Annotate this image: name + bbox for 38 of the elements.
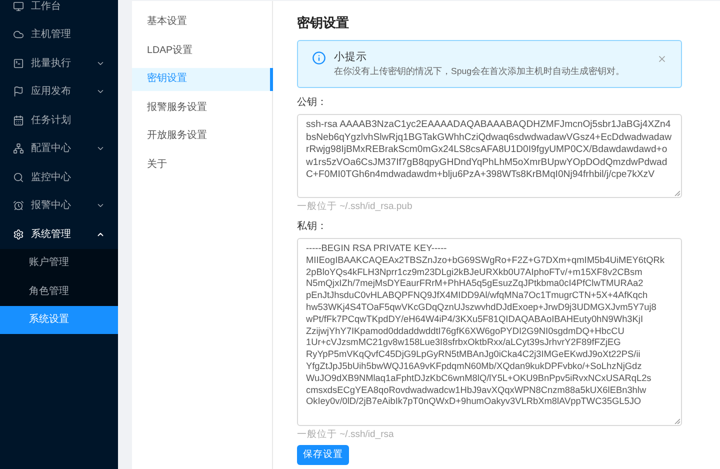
- calendar-icon: [13, 114, 24, 126]
- close-icon[interactable]: [657, 54, 667, 64]
- flag-icon: [13, 86, 24, 98]
- network-icon: [13, 143, 24, 154]
- sidebar-item[interactable]: 报警中心: [0, 192, 118, 220]
- sidebar-item[interactable]: 配置中心: [0, 134, 118, 163]
- sidebar-subitem[interactable]: 角色管理: [0, 277, 118, 306]
- sidebar-item[interactable]: 监控中心: [0, 163, 118, 192]
- monitor-icon: [13, 0, 24, 12]
- settings-icon: [13, 228, 24, 240]
- settings-menu-item[interactable]: 开放服务设置: [132, 125, 272, 148]
- sidebar-item[interactable]: 任务计划: [0, 106, 118, 134]
- info-icon: [312, 51, 326, 65]
- sidebar-item[interactable]: 工作台: [0, 0, 118, 20]
- public-key-field[interactable]: ssh-rsa AAAAB3NzaC1yc2EAAAADAQABAAABAQDHZMFJmcnOj5sbr1JaBGj4XZn4bsNeb6qYgzlvhSlwRjq1BGTakGWhhCziQdwaq6sdwdwadawVGsz4+EcDdwadwadawrRwjg98IjBMxREBrakScm0mGx24LS8csAFA8U1D0I9fgyUMP0CX/Bdawdawdawd+ow1rs5zVOa6CsJM37If7gB8qpyGHDndYqPhLhM5oXmrBUpwYOpDOdQmzdwPdwadC+F0MI0TGh6n4mdwadawdm+blju6PzA+398WTs8KrBMqI0Nj94frhbil/j/cpe7kXzV: [297, 114, 682, 198]
- field-hint: 一般位于 ~/.ssh/id_rsa.pub: [297, 200, 414, 214]
- page-title: 密钥设置: [297, 15, 350, 31]
- field-hint: 一般位于 ~/.ssh/id_rsa: [297, 428, 395, 442]
- terminal-icon: [13, 58, 24, 69]
- private-key-field[interactable]: -----BEGIN RSA PRIVATE KEY----- MIIEogIBAAKCAQEAx2TBSZnJzo+bG69SWgRo+F2Z+G7DXm+qmIM5b4UiMEY6tQRk 2pBloYQs4kFLH3Nprr1cz9m23DLgi2kBJeURXkb0U7AIphoFTv/+m15XF8v2CBsm N5mQjxIZh/7mejMsDYEaurFRrM+PhHA5q5gEsuzZqJPtkbma0cI4PfClwTMURAa2 pEnJtJhsduC0vHLABQPFNQ9JfX4MIDD9Al/wfqMNa7Oc1TmugrCTN+5X+4AfKqch hw53WKj4S4TOaF5qwVKcGDqQznUJszwvhdDJdExoep+JrwD9j3UDMGXJvm5Y7uj8 wPt/fFk7PCqwTKpdDY/eH64W4iP4/3KXu5F81QIDAQABAoIBAHEuty0hN9Wh3KjI ZzijwjYhY7IKpamod0ddaddwddtI76gfK6XW6goPYDI2G9NI0sgdmDQ+HbcCU 1Ur+cVJzsmMC21gv8w158Lue3I8sfrbxOktbRxx/aLCyt39sJrhvrY2F89fFZjEG RyYpP5mVKqQvfC45DjG9LpGyRN5tMBAnJg0iCka4C2j3IMGeEKwdJ9oXt22PS/ii YfgZtJpJ5bUih5bwWQJ16A9vKFpdqmN60Mb/XQdan9kukDPFvbko/+SoLhzNjGdz WuJO9dXB9NMlaq1aFphtDJzKbC6wnM8lQ/lY5L+OKU9BnPpv5iRvxNCxUSARqL2s cmsxdsECgYEA8qoRovdwadwadcw1HbJ9avXQqxWPN8Cnzm88a5kUX6lEBn3hlw OkIey0v/0lD/2jB7eAibIk7pT0nQWxD+9humOakyv3VLRbXm8lAVppTWC35GL5JO: [297, 238, 682, 426]
- cloud-icon: [13, 29, 24, 40]
- field-label: 私钥：: [297, 220, 328, 234]
- settings-menu-item[interactable]: 基本设置: [132, 11, 272, 34]
- alarm-icon: [13, 200, 24, 212]
- alert-text: 在你没有上传密钥的情况下，Spug会在首次添加主机时自动生成密钥对。: [334, 65, 626, 78]
- field-label: 公钥：: [297, 96, 328, 110]
- sidebar-item[interactable]: 批量执行: [0, 49, 118, 78]
- sidebar-item[interactable]: 系统管理: [0, 220, 118, 248]
- settings-menu-item[interactable]: 报警服务设置: [132, 96, 272, 120]
- settings-menu-item[interactable]: LDAP设置: [132, 40, 272, 62]
- resize-grip-icon: [674, 418, 680, 424]
- settings-menu-item[interactable]: 关于: [132, 154, 272, 176]
- resize-grip-icon: [674, 190, 680, 196]
- search-icon: [13, 172, 24, 183]
- sidebar-item[interactable]: 应用发布: [0, 78, 118, 106]
- sidebar-subitem[interactable]: 账户管理: [0, 248, 118, 277]
- alert-title: 小提示: [334, 50, 368, 64]
- sidebar-item[interactable]: 主机管理: [0, 20, 118, 49]
